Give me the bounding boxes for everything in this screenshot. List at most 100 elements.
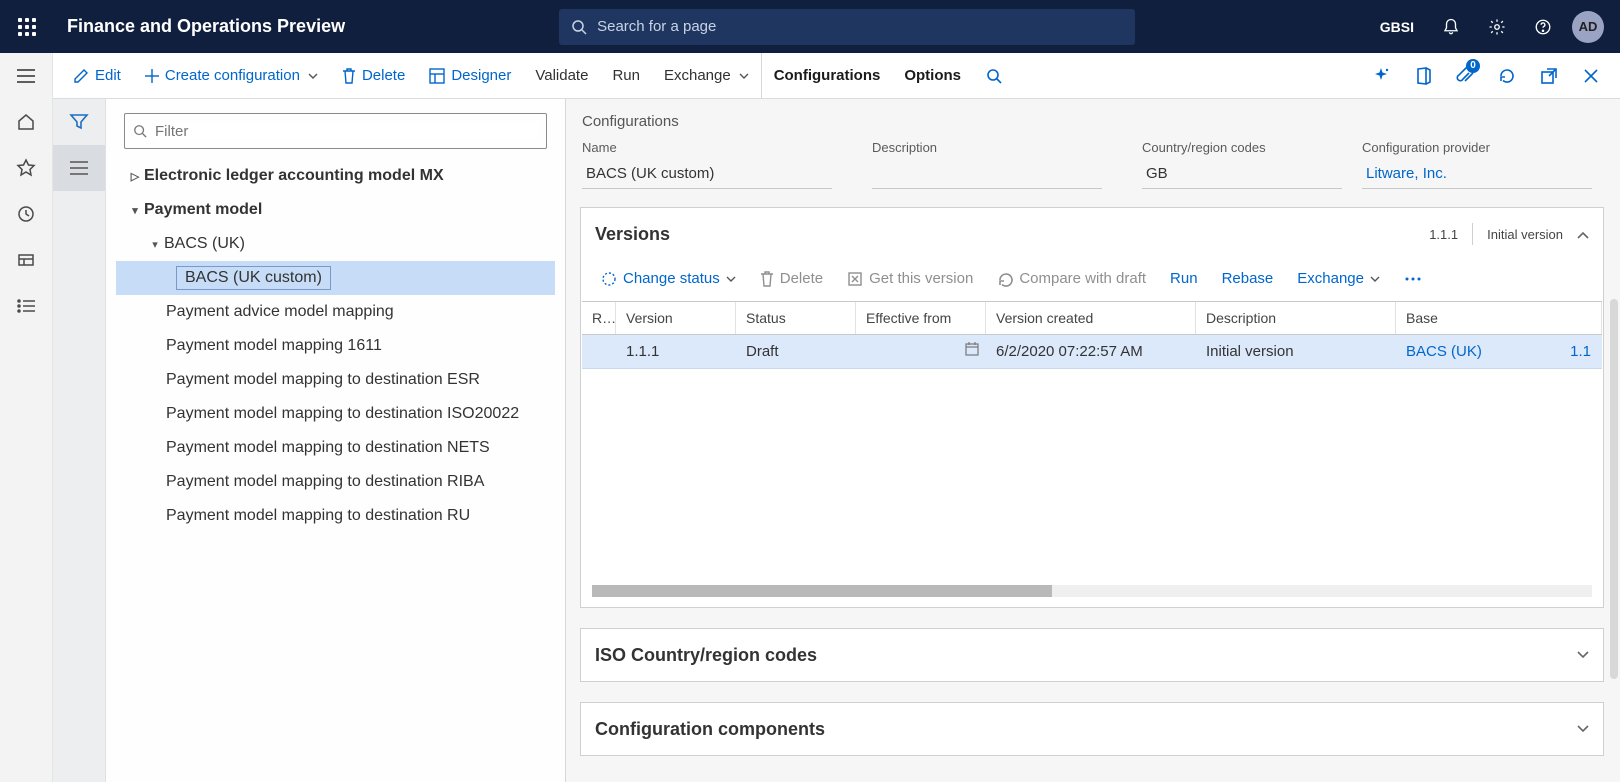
version-exchange-button[interactable]: Exchange bbox=[1287, 266, 1390, 291]
settings-icon[interactable] bbox=[1474, 0, 1520, 53]
col-created[interactable]: Version created bbox=[986, 302, 1196, 334]
versions-grid: R… Version Status Effective from Version… bbox=[582, 301, 1602, 597]
refresh-button[interactable] bbox=[1486, 53, 1528, 99]
configuration-tree-pane: ▷Electronic ledger accounting model MX ▾… bbox=[106, 99, 566, 782]
tree-node[interactable]: ▷Electronic ledger accounting model MX bbox=[116, 159, 555, 193]
designer-button[interactable]: Designer bbox=[417, 53, 523, 99]
chevron-down-icon bbox=[1577, 720, 1589, 738]
list-pane-icon[interactable] bbox=[53, 145, 105, 191]
caret-down-icon[interactable]: ▾ bbox=[146, 238, 164, 251]
filter-pane-icon[interactable] bbox=[53, 99, 105, 145]
horizontal-scrollbar[interactable] bbox=[592, 585, 1592, 597]
vertical-scrollbar[interactable] bbox=[1610, 299, 1618, 679]
nav-hamburger-icon[interactable] bbox=[0, 53, 53, 99]
tree-node[interactable]: ▾Payment model bbox=[116, 193, 555, 227]
versions-card: Versions 1.1.1 Initial version Change st… bbox=[580, 207, 1604, 608]
configurations-tab[interactable]: Configurations bbox=[761, 53, 893, 99]
close-button[interactable] bbox=[1570, 53, 1612, 99]
validate-button[interactable]: Validate bbox=[523, 53, 600, 99]
get-version-button: Get this version bbox=[837, 266, 983, 291]
country-value[interactable]: GB bbox=[1142, 161, 1342, 189]
tree-filter[interactable] bbox=[124, 113, 547, 149]
main-content: Configurations Name BACS (UK custom) Des… bbox=[566, 99, 1620, 782]
page-title: Configurations bbox=[580, 113, 1620, 130]
find-button[interactable] bbox=[973, 53, 1015, 99]
version-delete-button: Delete bbox=[750, 266, 833, 291]
name-value[interactable]: BACS (UK custom) bbox=[582, 161, 832, 189]
versions-row[interactable]: 1.1.1 Draft 6/2/2020 07:22:57 AM Initial… bbox=[582, 335, 1602, 369]
provider-value[interactable]: Litware, Inc. bbox=[1362, 161, 1592, 189]
tree-node[interactable]: ▾BACS (UK) bbox=[116, 227, 555, 261]
tree-node-selected[interactable]: BACS (UK custom) bbox=[116, 261, 555, 295]
tree-node[interactable]: Payment model mapping to destination ISO… bbox=[116, 397, 555, 431]
company-picker[interactable]: GBSI bbox=[1366, 19, 1428, 35]
chevron-down-icon bbox=[726, 276, 736, 282]
chevron-down-icon bbox=[1370, 276, 1380, 282]
create-configuration-button[interactable]: Create configuration bbox=[133, 53, 330, 99]
chevron-down-icon bbox=[1577, 646, 1589, 664]
version-run-button[interactable]: Run bbox=[1160, 266, 1208, 291]
help-icon[interactable] bbox=[1520, 0, 1566, 53]
tree-filter-input[interactable] bbox=[155, 123, 538, 140]
more-actions-button[interactable] bbox=[1394, 272, 1432, 286]
description-value[interactable] bbox=[872, 161, 1102, 189]
tree-node[interactable]: Payment model mapping to destination NET… bbox=[116, 431, 555, 465]
attachments-button[interactable]: 0 bbox=[1444, 53, 1486, 99]
cell-description: Initial version bbox=[1196, 335, 1396, 368]
chevron-down-icon bbox=[739, 73, 749, 79]
designer-label: Designer bbox=[451, 67, 511, 84]
user-avatar[interactable]: AD bbox=[1572, 11, 1604, 43]
edit-label: Edit bbox=[95, 67, 121, 84]
caret-right-icon[interactable]: ▷ bbox=[126, 170, 144, 183]
popout-button[interactable] bbox=[1528, 53, 1570, 99]
col-description[interactable]: Description bbox=[1196, 302, 1396, 334]
tree-node[interactable]: Payment model mapping to destination RIB… bbox=[116, 465, 555, 499]
col-version[interactable]: Version bbox=[616, 302, 736, 334]
chevron-down-icon bbox=[308, 73, 318, 79]
office-icon[interactable] bbox=[1402, 53, 1444, 99]
cell-status: Draft bbox=[736, 335, 856, 368]
global-search-input[interactable] bbox=[597, 18, 1123, 35]
nav-home-icon[interactable] bbox=[0, 99, 53, 145]
run-button[interactable]: Run bbox=[600, 53, 652, 99]
col-r[interactable]: R… bbox=[582, 302, 616, 334]
create-configuration-label: Create configuration bbox=[165, 67, 300, 84]
description-label: Description bbox=[872, 140, 1102, 155]
exchange-button[interactable]: Exchange bbox=[652, 53, 761, 99]
tree-node[interactable]: Payment advice model mapping bbox=[116, 295, 555, 329]
notifications-icon[interactable] bbox=[1428, 0, 1474, 53]
base-version[interactable]: 1.1 bbox=[1570, 343, 1591, 360]
col-effective[interactable]: Effective from bbox=[856, 302, 986, 334]
tree-node[interactable]: Payment model mapping to destination RU bbox=[116, 499, 555, 533]
base-link[interactable]: BACS (UK) bbox=[1406, 343, 1482, 360]
cell-effective[interactable] bbox=[856, 335, 986, 368]
nav-favorites-icon[interactable] bbox=[0, 145, 53, 191]
delete-button[interactable]: Delete bbox=[330, 53, 417, 99]
rebase-button[interactable]: Rebase bbox=[1212, 266, 1284, 291]
options-tab[interactable]: Options bbox=[892, 53, 973, 99]
nav-modules-icon[interactable] bbox=[0, 283, 53, 329]
global-search[interactable] bbox=[559, 9, 1135, 45]
cell-version: 1.1.1 bbox=[616, 335, 736, 368]
app-launcher-icon[interactable] bbox=[0, 0, 53, 53]
calendar-icon[interactable] bbox=[965, 342, 979, 360]
caret-down-icon[interactable]: ▾ bbox=[126, 204, 144, 217]
nav-workspaces-icon[interactable] bbox=[0, 237, 53, 283]
nav-recent-icon[interactable] bbox=[0, 191, 53, 237]
change-status-button[interactable]: Change status bbox=[591, 266, 746, 291]
product-title: Finance and Operations Preview bbox=[53, 16, 359, 37]
copilot-icon[interactable] bbox=[1360, 53, 1402, 99]
configuration-components-card[interactable]: Configuration components bbox=[580, 702, 1604, 756]
edit-button[interactable]: Edit bbox=[61, 53, 133, 99]
tree-node[interactable]: Payment model mapping 1611 bbox=[116, 329, 555, 363]
col-base[interactable]: Base bbox=[1396, 302, 1602, 334]
attachments-badge: 0 bbox=[1466, 59, 1480, 73]
col-status[interactable]: Status bbox=[736, 302, 856, 334]
chevron-up-icon[interactable] bbox=[1577, 227, 1589, 242]
provider-label: Configuration provider bbox=[1362, 140, 1592, 155]
tree-node[interactable]: Payment model mapping to destination ESR bbox=[116, 363, 555, 397]
cell-created: 6/2/2020 07:22:57 AM bbox=[986, 335, 1196, 368]
versions-meta-desc: Initial version bbox=[1487, 227, 1563, 242]
search-icon bbox=[133, 124, 147, 138]
iso-codes-card[interactable]: ISO Country/region codes bbox=[580, 628, 1604, 682]
